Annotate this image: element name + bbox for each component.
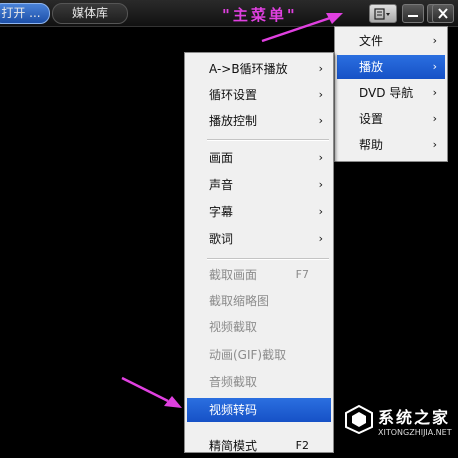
- annotation-arrows: [121, 13, 343, 408]
- main-menu-pointer-arrow: [261, 16, 331, 43]
- transcode-pointer-arrowhead: [164, 396, 182, 408]
- transcode-pointer-arrow: [121, 376, 169, 403]
- watermark-subtitle: XITONGZHIJIA.NET: [378, 428, 452, 437]
- watermark-title: 系统之家: [378, 408, 451, 427]
- watermark: 系统之家 XITONGZHIJIA.NET: [340, 398, 458, 451]
- watermark-logo-icon: [345, 404, 373, 434]
